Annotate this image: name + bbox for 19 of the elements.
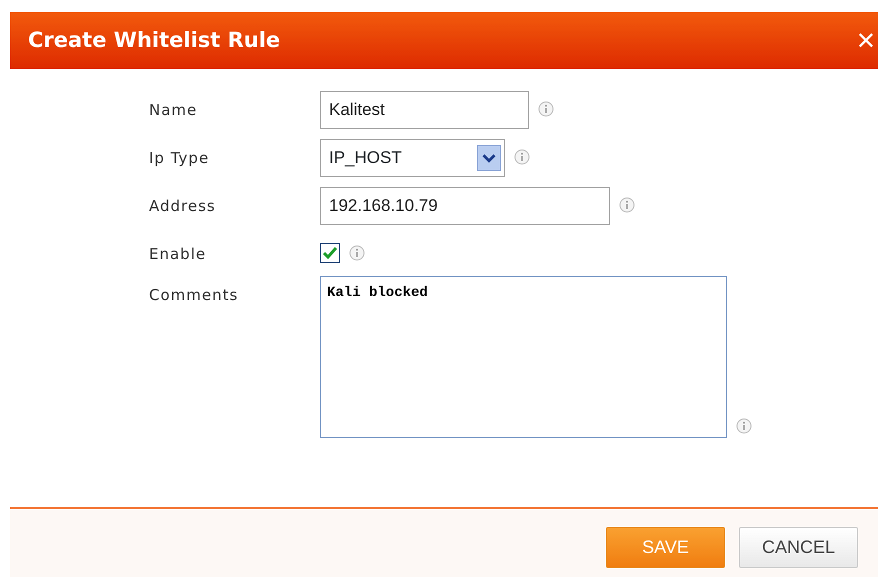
info-icon[interactable] (349, 245, 365, 261)
text-field[interactable]: Kalitest (320, 91, 529, 129)
text-field[interactable]: 192.168.10.79 (320, 187, 610, 225)
close-button[interactable]: ✕ (854, 28, 878, 52)
field-label: Name (149, 100, 198, 121)
field-label: Address (149, 196, 217, 217)
dialog-title: Create Whitelist Rule (28, 26, 280, 54)
dropdown[interactable]: IP_HOST (320, 139, 505, 177)
cancel-button[interactable]: CANCEL (739, 526, 858, 568)
info-icon[interactable] (619, 197, 635, 213)
info-icon[interactable] (538, 101, 554, 117)
comments-field[interactable]: Kali blocked (320, 276, 727, 438)
checkbox[interactable] (320, 243, 340, 263)
field-label: Enable (149, 244, 208, 265)
caret-icon[interactable] (477, 145, 501, 171)
info-icon[interactable] (514, 149, 530, 165)
field-label: Comments (149, 284, 240, 306)
field-label: Ip Type (149, 148, 210, 169)
info-icon[interactable] (736, 418, 752, 434)
